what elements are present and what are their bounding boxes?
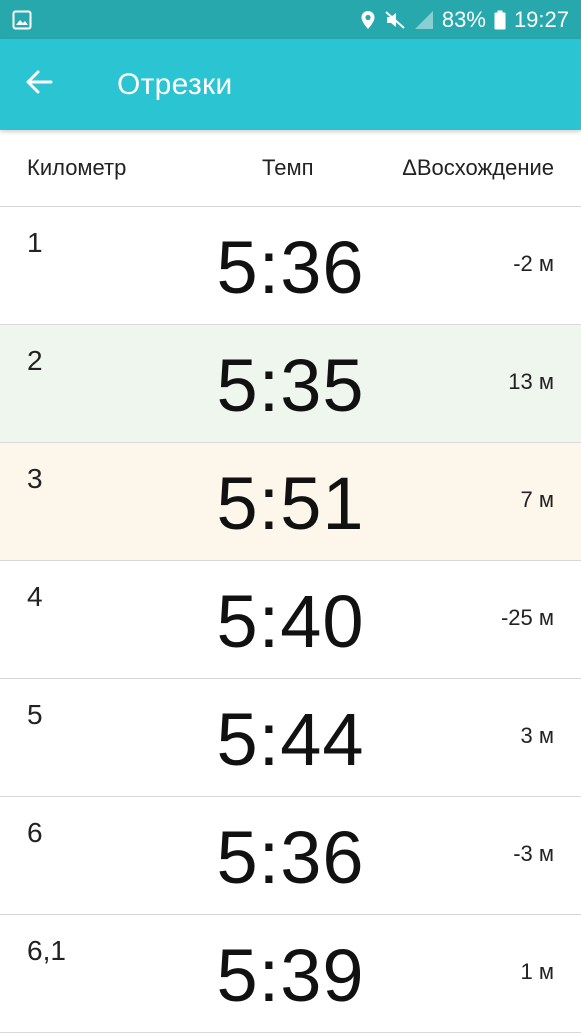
split-elevation: -25 м (500, 605, 554, 630)
clock: 19:27 (513, 6, 569, 32)
battery-icon (494, 10, 506, 30)
table-row[interactable]: 6,1 5:39 1 м (0, 915, 581, 1033)
table-row[interactable]: 1 5:36 -2 м (0, 207, 581, 325)
location-icon (360, 10, 376, 30)
split-pace: 5:44 (216, 698, 365, 781)
status-bar: 83% 19:27 (0, 0, 581, 39)
split-elevation: 13 м (508, 369, 554, 394)
split-pace: 5:51 (216, 462, 365, 545)
image-icon (12, 10, 32, 30)
split-elevation: -3 м (513, 841, 554, 866)
split-elevation: 3 м (520, 723, 554, 748)
split-elevation: -2 м (513, 251, 554, 276)
header-km: Километр (27, 155, 127, 180)
split-pace: 5:35 (216, 344, 365, 427)
split-pace: 5:40 (216, 580, 365, 663)
back-button[interactable] (0, 39, 78, 130)
split-pace: 5:36 (216, 226, 365, 309)
split-elevation: 7 м (520, 487, 554, 512)
table-row[interactable]: 6 5:36 -3 м (0, 797, 581, 915)
table-row[interactable]: 3 5:51 7 м (0, 443, 581, 561)
table-row[interactable]: 5 5:44 3 м (0, 679, 581, 797)
table-row[interactable]: 4 5:40 -25 м (0, 561, 581, 679)
split-pace: 5:39 (216, 934, 365, 1017)
app-bar: Отрезки (0, 39, 581, 130)
table-row[interactable]: 2 5:35 13 м (0, 325, 581, 443)
table-header: Километр Темп ΔВосхождение (0, 130, 581, 207)
page-title: Отрезки (117, 67, 233, 101)
mute-icon (384, 10, 406, 30)
battery-percent: 83% (441, 6, 486, 32)
signal-icon (414, 10, 434, 30)
header-pace: Темп (262, 155, 314, 180)
splits-list: 1 5:36 -2 м 2 5:35 13 м 3 5:51 7 м 4 5:4… (0, 207, 581, 1033)
header-elevation: ΔВосхождение (402, 155, 554, 180)
arrow-left-icon (25, 68, 53, 101)
split-elevation: 1 м (520, 959, 554, 984)
split-pace: 5:36 (216, 816, 365, 899)
